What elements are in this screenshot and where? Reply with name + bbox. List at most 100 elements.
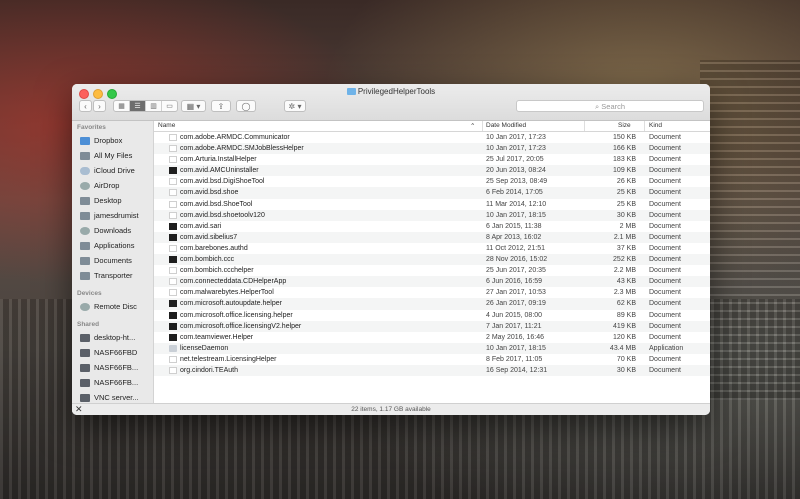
file-name: com.adobe.ARMDC.Communicator (180, 134, 290, 141)
file-row[interactable]: com.barebones.authd 11 Oct 2012, 21:51 37 … (154, 243, 710, 254)
file-size: 2.3 MB (613, 289, 636, 297)
tags-button[interactable]: ◯ (236, 100, 256, 112)
file-row[interactable]: com.avid.bsd.shoetoolv120 10 Jan 2017, 18… (154, 209, 710, 221)
documents-icon (80, 256, 90, 265)
file-name: com.adobe.ARMDC.SMJobBlessHelper (180, 145, 304, 153)
file-date: 6 Feb 2014, 17:05 (486, 189, 543, 197)
file-name: com.avid.bsd.ShoeTool (180, 200, 253, 208)
file-row[interactable]: com.adobe.ARMDC.Communicator 10 Jan 2017,… (154, 132, 710, 143)
forward-button[interactable]: › (93, 100, 106, 112)
sidebar-item-shared[interactable]: NASF66FB... (72, 360, 153, 375)
file-name: com.microsoft.autoupdate.helper (180, 300, 282, 308)
file-date: 25 Jun 2017, 20:35 (486, 267, 546, 275)
file-row[interactable]: com.microsoft.office.licensing.helper 4 J… (154, 310, 710, 321)
column-divider[interactable] (644, 121, 645, 131)
file-name: com.microsoft.office.licensing.helper (180, 311, 293, 319)
file-row[interactable]: com.adobe.ARMDC.SMJobBlessHelper 10 Jan 2… (154, 143, 710, 155)
executable-icon (169, 311, 177, 319)
file-date: 26 Jan 2017, 09:19 (486, 300, 546, 308)
file-size: 183 KB (613, 156, 636, 164)
file-size: 70 KB (616, 355, 636, 363)
sidebar-item-airdrop[interactable]: AirDrop (72, 178, 153, 193)
status-text: 22 items, 1.17 GB available (351, 406, 431, 413)
column-header-kind[interactable]: Kind (649, 122, 662, 129)
computer-icon (80, 393, 90, 402)
sidebar-item-desktop[interactable]: Desktop (72, 193, 153, 208)
file-size: 150 KB (613, 134, 636, 141)
file-row[interactable]: com.avid.bsd.ShoeTool 11 Mar 2014, 12:10 2… (154, 199, 710, 210)
share-button[interactable]: ⇪ (211, 100, 231, 112)
file-row[interactable]: com.bombich.ccchelper 25 Jun 2017, 20:35 2… (154, 265, 710, 276)
file-row[interactable]: licenseDaemon 10 Jan 2017, 18:15 43.4 MB Ap… (154, 342, 710, 354)
column-header-name[interactable]: Name (158, 122, 175, 129)
file-row[interactable]: com.teamviewer.Helper 2 May 2016, 16:46 12… (154, 332, 710, 343)
document-icon (169, 289, 177, 297)
file-name: com.bombich.ccc (180, 256, 235, 264)
sidebar-item-all-my-files[interactable]: All My Files (72, 148, 153, 163)
file-row[interactable]: com.avid.AMCUninstaller 20 Jun 2013, 08:2… (154, 165, 710, 177)
status-bar: ✕ 22 items, 1.17 GB available (72, 403, 710, 415)
file-row[interactable]: com.malwarebytes.HelperTool 27 Jan 2017, … (154, 287, 710, 298)
column-view-button[interactable]: ▥ (146, 101, 162, 111)
sidebar-item-remote-disc[interactable]: Remote Disc (72, 299, 153, 314)
icon-view-button[interactable]: ▦ (114, 101, 130, 111)
file-size: 43.4 MB (609, 344, 636, 352)
sidebar-toggle-icon[interactable]: ✕ (75, 404, 83, 415)
file-row[interactable]: com.avid.sari 6 Jan 2015, 11:38 2 MB Docume… (154, 221, 710, 232)
file-row[interactable]: com.connecteddata.CDHelperApp 6 Jun 2016,… (154, 276, 710, 288)
sidebar-item-shared[interactable]: NASF66FBD (72, 345, 153, 360)
back-button[interactable]: ‹ (79, 100, 92, 112)
file-row[interactable]: com.microsoft.autoupdate.helper 26 Jan 20… (154, 298, 710, 310)
column-header-date[interactable]: Date Modified (486, 122, 526, 129)
sidebar-item-documents[interactable]: Documents (72, 253, 153, 268)
sidebar-item-icloud-drive[interactable]: iCloud Drive (72, 163, 153, 178)
file-size: 26 KB (616, 178, 636, 186)
file-size: 43 KB (616, 278, 636, 286)
file-row[interactable]: com.avid.bsd.DigiShoeTool 25 Sep 2013, 08… (154, 176, 710, 187)
sidebar-item-transporter[interactable]: Transporter (72, 268, 153, 283)
file-row[interactable]: org.cindori.TEAuth 16 Sep 2014, 12:31 30 K… (154, 364, 710, 377)
sidebar-item-downloads[interactable]: Downloads (72, 223, 153, 238)
file-row[interactable]: com.Arturia.InstallHelper 25 Jul 2017, 20… (154, 154, 710, 165)
file-row[interactable]: net.telestream.LicensingHelper 8 Feb 2017… (154, 354, 710, 365)
file-date: 2 May 2016, 16:46 (486, 333, 544, 341)
file-name: org.cindori.TEAuth (180, 366, 238, 374)
file-date: 10 Jan 2017, 17:23 (486, 134, 546, 141)
column-header-size[interactable]: Size (618, 122, 631, 129)
file-kind: Document (649, 178, 681, 186)
file-name: com.avid.sibelius7 (180, 233, 238, 241)
file-date: 27 Jan 2017, 10:53 (486, 289, 546, 297)
file-kind: Document (649, 311, 681, 319)
list-view-button[interactable]: ☰ (130, 101, 146, 111)
file-row[interactable]: com.bombich.ccc 28 Nov 2016, 15:02 252 KB D… (154, 254, 710, 266)
folder-icon (80, 271, 90, 280)
sidebar-item-shared[interactable]: desktop-ht... (72, 330, 153, 345)
column-header-row: Name ⌃ Date Modified Size Kind (154, 121, 710, 132)
sidebar-item-shared[interactable]: NASF66FB... (72, 375, 153, 390)
file-name: com.avid.sari (180, 222, 222, 230)
file-row[interactable]: com.microsoft.office.licensingV2.helper 7… (154, 320, 710, 332)
file-kind: Document (649, 167, 681, 175)
sidebar-item-applications[interactable]: Applications (72, 238, 153, 253)
column-divider[interactable] (482, 121, 483, 131)
file-date: 6 Jan 2015, 11:38 (486, 222, 542, 230)
toolbar: ‹ › ▦ ☰ ▥ ▭ ▦ ▾ ⇪ ◯ ✲ ▾ ⌕ Search (79, 100, 704, 114)
sidebar-item-home[interactable]: jamesdrumist (72, 208, 153, 223)
file-name: net.telestream.LicensingHelper (180, 355, 277, 363)
sidebar-item-dropbox[interactable]: Dropbox (72, 133, 153, 148)
column-divider[interactable] (584, 121, 585, 131)
file-row[interactable]: com.avid.sibelius7 8 Apr 2013, 16:02 2.1 M… (154, 231, 710, 243)
search-field[interactable]: ⌕ Search (516, 100, 704, 112)
downloads-icon (80, 226, 90, 235)
file-kind: Application (649, 344, 684, 352)
gallery-view-button[interactable]: ▭ (162, 101, 177, 111)
action-button[interactable]: ✲ ▾ (284, 100, 306, 112)
file-kind: Document (649, 289, 681, 297)
file-row[interactable]: com.avid.bsd.shoe 6 Feb 2014, 17:05 25 KB D… (154, 187, 710, 199)
background-faders (700, 60, 800, 400)
finder-window: PrivilegedHelperTools ‹ › ▦ ☰ ▥ ▭ ▦ ▾ ⇪ … (72, 84, 710, 415)
sidebar-section-devices: Devices (77, 290, 102, 297)
file-kind: Document (649, 211, 681, 219)
arrange-button[interactable]: ▦ ▾ (181, 100, 206, 112)
file-size: 252 KB (613, 256, 636, 264)
